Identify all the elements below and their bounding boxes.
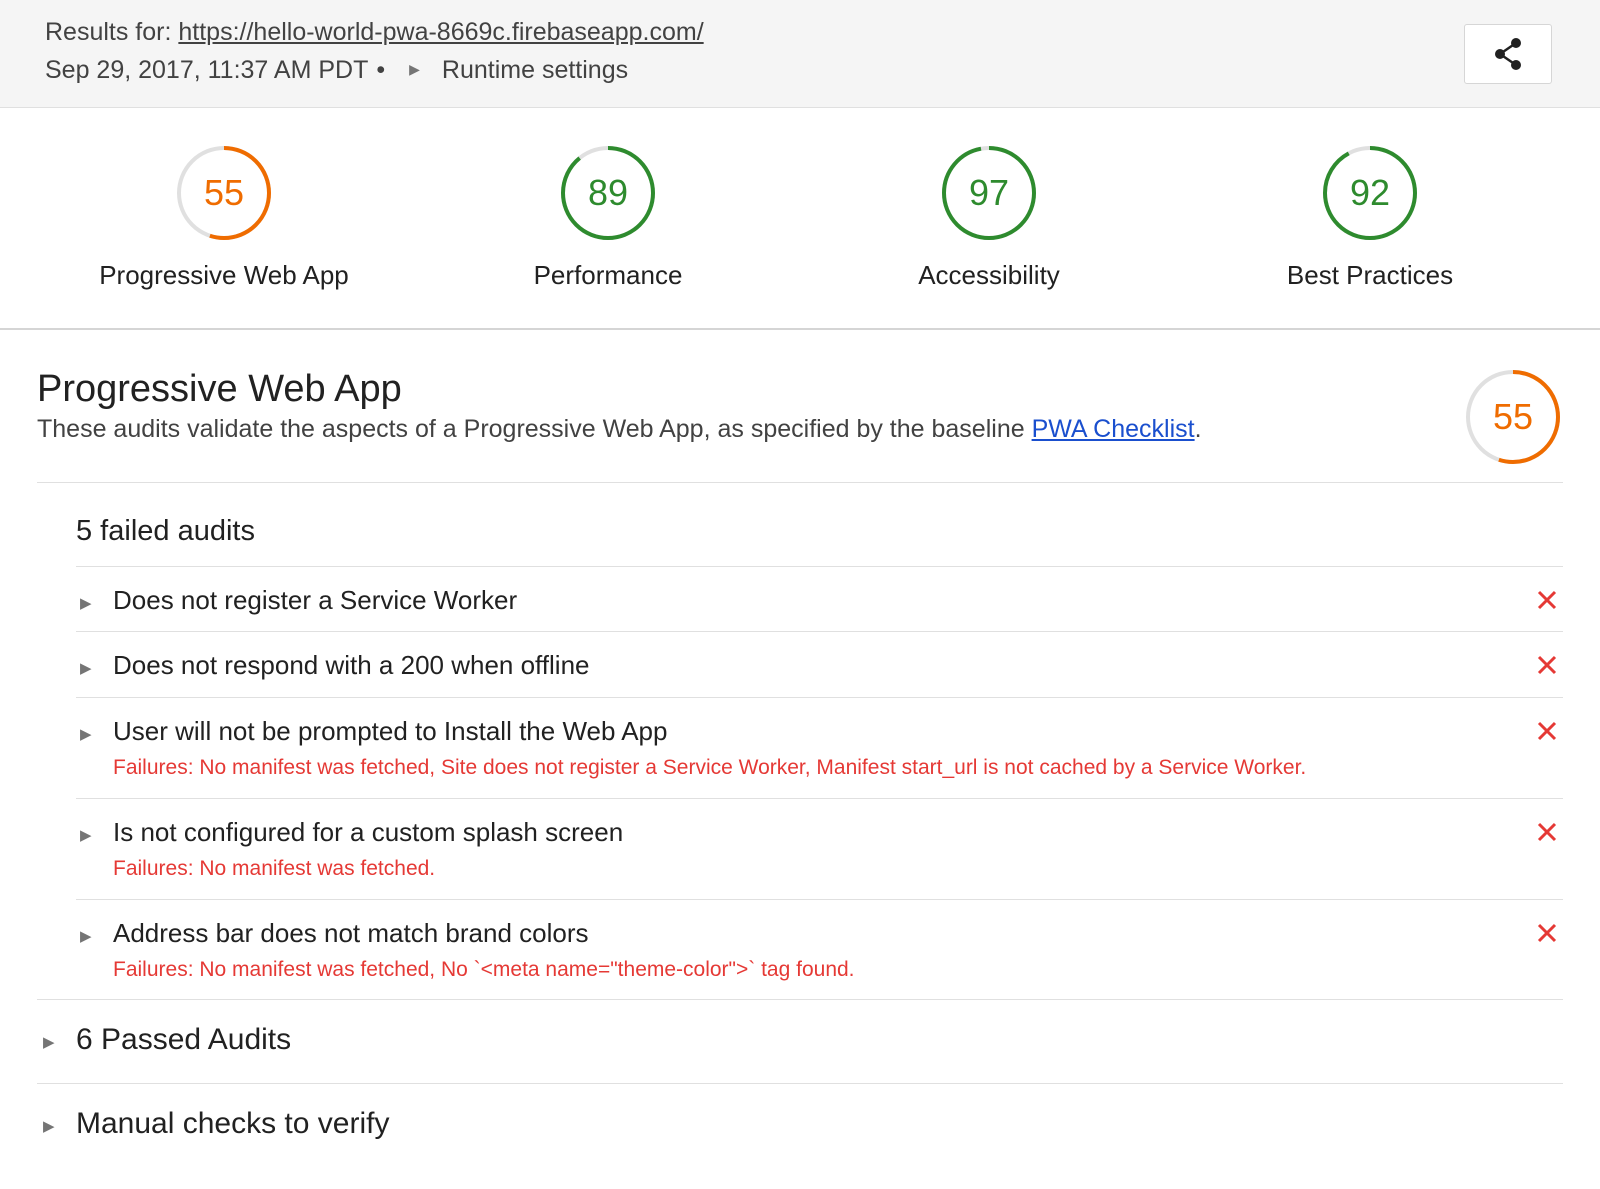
report-header: Results for: https://hello-world-pwa-866… [0, 0, 1600, 108]
expand-triangle-icon[interactable]: ▶ [80, 594, 92, 612]
gauge-performance[interactable]: 89 Performance [418, 144, 798, 291]
section-score-gauge: 55 [1464, 368, 1562, 466]
meta-line: Sep 29, 2017, 11:37 AM PDT • ▶ Runtime sett… [45, 56, 628, 85]
runtime-settings-toggle[interactable]: Runtime settings [442, 56, 628, 84]
section-description-text: These audits validate the aspects of a P… [37, 415, 1032, 443]
manual-checks-title: Manual checks to verify [76, 1107, 390, 1140]
expand-triangle-icon[interactable]: ▶ [80, 725, 92, 743]
fail-x-icon [1537, 655, 1557, 675]
fail-x-icon [1537, 923, 1557, 943]
section-description-end: . [1194, 415, 1202, 443]
category-gauges: 55 Progressive Web App 89 Performance 97… [0, 108, 1600, 330]
tested-url-link[interactable]: https://hello-world-pwa-8669c.firebaseap… [178, 18, 703, 46]
expand-triangle-icon[interactable]: ▶ [80, 659, 92, 677]
gauge-ring: 55 [175, 144, 273, 242]
audit-failure-details: Failures: No manifest was fetched. [113, 857, 436, 880]
gauge-label: Progressive Web App [99, 260, 349, 290]
divider [37, 1083, 1563, 1084]
lighthouse-report: Results for: https://hello-world-pwa-866… [0, 0, 1600, 1189]
audit-row[interactable]: ▶ Address bar does not match brand color… [76, 918, 1566, 998]
audit-failure-details: Failures: No manifest was fetched, Site … [113, 756, 1307, 779]
audit-title: Does not register a Service Worker [113, 585, 518, 615]
audit-row[interactable]: ▶ Does not register a Service Worker [76, 585, 1566, 625]
pwa-checklist-link[interactable]: PWA Checklist [1032, 415, 1195, 443]
expand-triangle-icon[interactable]: ▶ [80, 927, 92, 945]
divider [76, 566, 1563, 567]
expand-triangle-icon[interactable]: ▶ [43, 1033, 55, 1051]
manual-checks-group[interactable]: ▶ Manual checks to verify [37, 1107, 737, 1147]
gauge-label: Accessibility [918, 260, 1060, 290]
section-description: These audits validate the aspects of a P… [37, 415, 1202, 444]
report-timestamp: Sep 29, 2017, 11:37 AM PDT [45, 56, 369, 84]
passed-audits-group[interactable]: ▶ 6 Passed Audits [37, 1023, 737, 1063]
results-prefix: Results for: [45, 18, 179, 46]
gauge-label: Performance [533, 260, 683, 290]
divider [76, 798, 1563, 799]
audit-row[interactable]: ▶ Does not respond with a 200 when offli… [76, 650, 1566, 690]
fail-x-icon [1537, 590, 1557, 610]
audit-row[interactable]: ▶ Is not configured for a custom splash … [76, 817, 1566, 897]
gauge-ring: 97 [940, 144, 1038, 242]
runtime-settings-expand-icon[interactable]: ▶ [409, 61, 420, 78]
fail-x-icon [1537, 721, 1557, 741]
gauge-score: 89 [587, 172, 629, 213]
audit-title: Is not configured for a custom splash sc… [113, 817, 624, 847]
expand-triangle-icon[interactable]: ▶ [80, 826, 92, 844]
failed-audits-group-title[interactable]: 5 failed audits [76, 515, 255, 548]
gauge-accessibility[interactable]: 97 Accessibility [799, 144, 1179, 291]
audit-title: Does not respond with a 200 when offline [113, 650, 590, 680]
share-button[interactable] [1464, 24, 1552, 84]
audit-row[interactable]: ▶ User will not be prompted to Install t… [76, 716, 1566, 796]
audit-title: Address bar does not match brand colors [113, 918, 589, 948]
section-score: 55 [1492, 396, 1534, 437]
audit-title: User will not be prompted to Install the… [113, 716, 668, 746]
gauge-ring: 92 [1321, 144, 1419, 242]
gauge-ring: 89 [559, 144, 657, 242]
gauge-progressive-web-app[interactable]: 55 Progressive Web App [34, 144, 414, 291]
divider [76, 899, 1563, 900]
divider [76, 631, 1563, 632]
results-for-line: Results for: https://hello-world-pwa-866… [45, 18, 704, 47]
divider [37, 999, 1563, 1000]
gauge-score: 97 [968, 172, 1010, 213]
audit-failure-details: Failures: No manifest was fetched, No `<… [113, 958, 855, 981]
share-icon [1495, 38, 1521, 70]
separator-dot: • [376, 56, 386, 84]
divider [37, 482, 1563, 483]
passed-audits-title: 6 Passed Audits [76, 1023, 292, 1056]
fail-x-icon [1537, 822, 1557, 842]
divider [76, 697, 1563, 698]
section-title: Progressive Web App [37, 368, 402, 410]
gauge-score: 92 [1349, 172, 1391, 213]
gauge-label: Best Practices [1286, 260, 1454, 290]
expand-triangle-icon[interactable]: ▶ [43, 1117, 55, 1135]
gauge-best-practices[interactable]: 92 Best Practices [1180, 144, 1560, 291]
gauge-score: 55 [203, 172, 245, 213]
